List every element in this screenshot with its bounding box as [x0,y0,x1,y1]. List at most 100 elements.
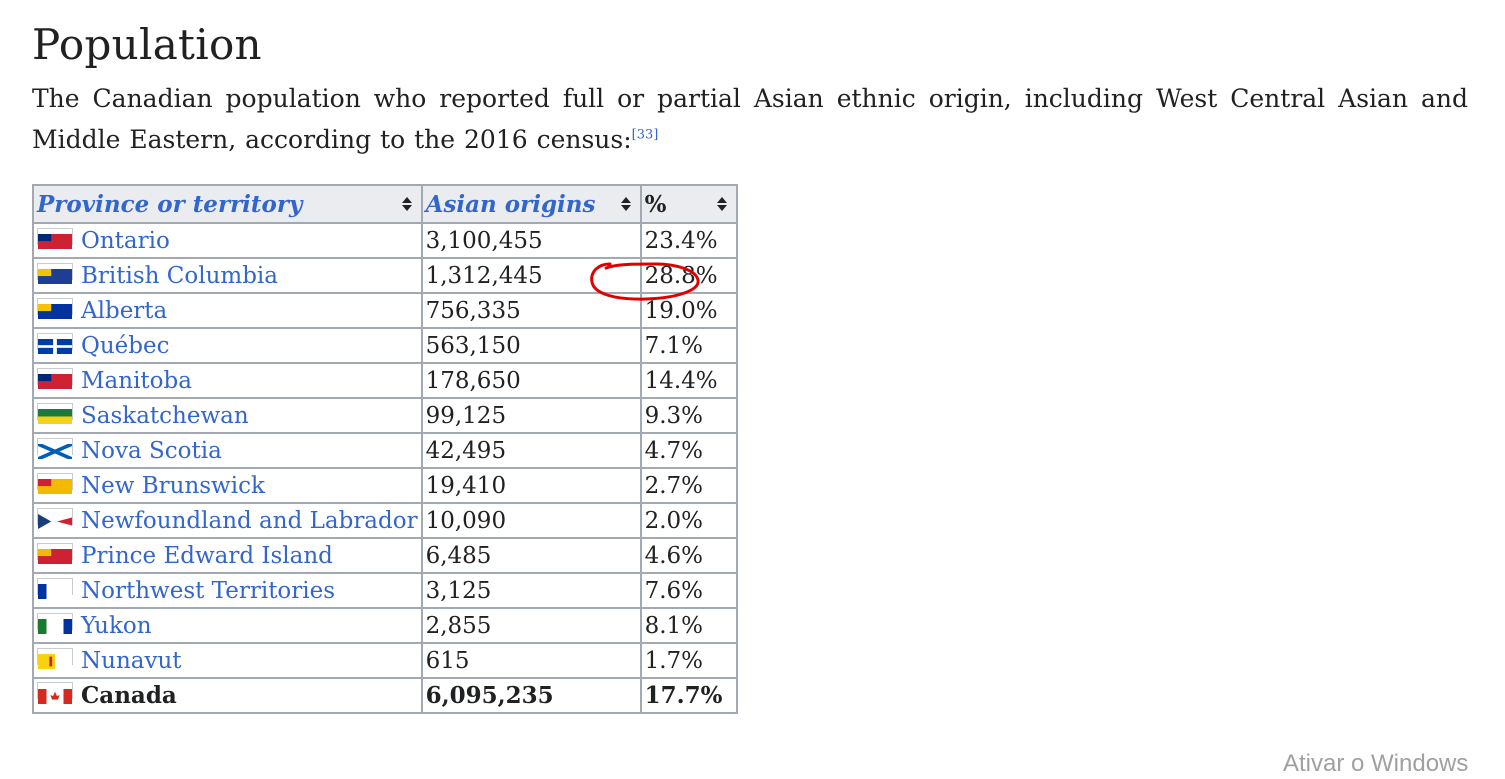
province-link[interactable]: New Brunswick [81,473,265,499]
percent-cell: 4.7% [639,432,738,469]
alberta-flag-icon[interactable] [37,297,73,319]
new-brunswick-flag-icon[interactable] [37,472,73,494]
asian-origins-cell: 756,335 [420,292,642,329]
asian-origins-cell: 6,485 [420,537,642,574]
percent-cell: 4.6% [639,537,738,574]
province-link[interactable]: British Columbia [81,263,278,289]
province-cell: Nunavut [32,642,423,679]
province-link[interactable]: Manitoba [81,368,192,394]
percent-cell: 14.4% [639,362,738,399]
province-link[interactable]: Prince Edward Island [81,543,333,569]
province-link[interactable]: Nova Scotia [81,438,222,464]
percent-cell: 19.0% [639,292,738,329]
province-link[interactable]: Nunavut [81,648,182,674]
province-cell: Québec [32,327,423,364]
province-link[interactable]: Québec [81,333,170,359]
percent-cell: 2.7% [639,467,738,504]
table-row: Yukon 2,855 8.1% [32,607,738,644]
total-percent-cell: 17.7% [639,677,738,714]
province-cell: Ontario [32,222,423,259]
province-cell: Yukon [32,607,423,644]
asian-origins-cell: 615 [420,642,642,679]
table-row: Saskatchewan 99,125 9.3% [32,397,738,434]
asian-origins-cell: 42,495 [420,432,642,469]
total-name: Canada [81,682,177,709]
quebec-flag-icon[interactable] [37,332,73,354]
nunavut-flag-icon[interactable] [37,647,73,669]
province-cell: British Columbia [32,257,423,294]
column-header-asian-origins[interactable]: Asian origins [420,184,642,224]
asian-origins-cell: 1,312,445 [420,257,642,294]
manitoba-flag-icon[interactable] [37,367,73,389]
table-header-row: Province or territory Asian origins % [32,184,738,224]
asian-origins-cell: 2,855 [420,607,642,644]
column-header-province-link[interactable]: Province or territory [37,191,302,218]
table-row: Manitoba 178,650 14.4% [32,362,738,399]
percent-cell: 23.4% [639,222,738,259]
column-header-percent[interactable]: % [639,184,738,224]
total-name-cell: Canada [32,677,423,714]
province-link[interactable]: Ontario [81,228,170,254]
pei-flag-icon[interactable] [37,542,73,564]
newfoundland-flag-icon[interactable] [37,507,73,529]
percent-cell: 7.1% [639,327,738,364]
asian-origins-cell: 19,410 [420,467,642,504]
percent-cell: 28.8% [639,257,738,294]
asian-origins-cell: 10,090 [420,502,642,539]
sort-icon[interactable] [401,197,412,211]
total-origins-cell: 6,095,235 [420,677,642,714]
canada-flag-icon[interactable] [37,682,73,704]
province-link[interactable]: Alberta [81,298,167,324]
province-cell: New Brunswick [32,467,423,504]
province-link[interactable]: Northwest Territories [81,578,335,604]
province-cell: Saskatchewan [32,397,423,434]
province-cell: Newfoundland and Labrador [32,502,423,539]
table-row: New Brunswick 19,410 2.7% [32,467,738,504]
province-link[interactable]: Saskatchewan [81,403,249,429]
table-row: Nova Scotia 42,495 4.7% [32,432,738,469]
asian-origins-cell: 563,150 [420,327,642,364]
column-header-province[interactable]: Province or territory [32,184,423,224]
sort-icon[interactable] [620,197,631,211]
intro-paragraph: The Canadian population who reported ful… [32,78,1468,160]
province-cell: Northwest Territories [32,572,423,609]
nova-scotia-flag-icon[interactable] [37,437,73,461]
northwest-territories-flag-icon[interactable] [37,577,73,599]
percent-cell: 1.7% [639,642,738,679]
province-cell: Manitoba [32,362,423,399]
population-table: Province or territory Asian origins % On… [32,184,738,714]
percent-cell: 8.1% [639,607,738,644]
table-row: Alberta 756,335 19.0% [32,292,738,329]
asian-origins-cell: 178,650 [420,362,642,399]
saskatchewan-flag-icon[interactable] [37,402,73,424]
province-cell: Alberta [32,292,423,329]
table-body: Ontario 3,100,455 23.4% British Columbia 1,3… [32,222,738,714]
ontario-flag-icon[interactable] [37,227,73,249]
windows-activation-watermark: Ativar o Windows [1283,750,1469,777]
section-heading: Population [32,20,262,69]
table-row: Nunavut 615 1.7% [32,642,738,679]
table-row: Prince Edward Island 6,485 4.6% [32,537,738,574]
province-link[interactable]: Newfoundland and Labrador [81,508,418,534]
asian-origins-cell: 3,100,455 [420,222,642,259]
province-link[interactable]: Yukon [81,613,152,639]
yukon-flag-icon[interactable] [37,612,73,634]
table-row: Newfoundland and Labrador 10,090 2.0% [32,502,738,539]
percent-cell: 9.3% [639,397,738,434]
table-row: Québec 563,150 7.1% [32,327,738,364]
british-columbia-flag-icon[interactable] [37,262,73,284]
table-total-row: Canada 6,095,235 17.7% [32,677,738,714]
citation-link[interactable]: [33] [632,128,659,143]
intro-text: The Canadian population who reported ful… [32,84,1468,154]
percent-cell: 7.6% [639,572,738,609]
table-row: Northwest Territories 3,125 7.6% [32,572,738,609]
table-row: Ontario 3,100,455 23.4% [32,222,738,259]
sort-icon[interactable] [716,197,727,211]
province-cell: Prince Edward Island [32,537,423,574]
table-row: British Columbia 1,312,445 28.8% [32,257,738,294]
asian-origins-cell: 99,125 [420,397,642,434]
column-header-asian-origins-link[interactable]: Asian origins [426,191,596,218]
province-cell: Nova Scotia [32,432,423,469]
percent-cell: 2.0% [639,502,738,539]
column-header-percent-label: % [644,190,667,218]
